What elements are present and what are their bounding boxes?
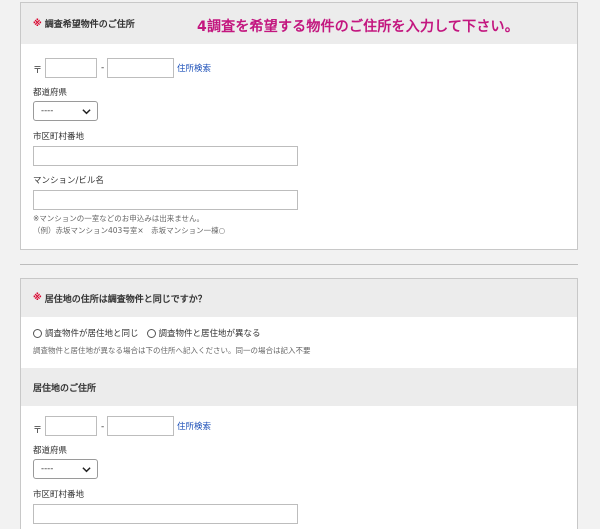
residence-address-title: 居住地のご住所 xyxy=(33,383,97,394)
chevron-down-icon xyxy=(82,109,91,115)
postal-mark: 〒 xyxy=(33,66,43,76)
residence-city-label: 市区町村番地 xyxy=(33,490,85,500)
radio-button[interactable] xyxy=(146,328,156,338)
postal-dash: - xyxy=(101,422,105,432)
residence-postal-search-link[interactable]: 住所検索 xyxy=(177,420,211,432)
postal-search-link[interactable]: 住所検索 xyxy=(177,62,211,74)
radio-diff-label: 調査物件と居住地が異なる xyxy=(158,329,261,339)
residence-question-title: 居住地の住所は調査物件と同じですか？ xyxy=(44,294,207,305)
radio-same-address[interactable]: 調査物件が居住地と同じ xyxy=(33,327,139,339)
city-input[interactable] xyxy=(33,146,298,166)
building-note-line2: （例）赤坂マンション403号室× 赤坂マンション一棟○ xyxy=(33,226,226,235)
building-label: マンション/ビル名 xyxy=(33,176,104,186)
required-mark: ※ xyxy=(33,293,42,303)
property-address-title: 調査希望物件のご住所 xyxy=(44,20,135,30)
residence-postal-second-input[interactable] xyxy=(107,416,174,436)
prefecture-select-value: ---- xyxy=(41,106,54,116)
annotation-text: 4調査を希望する物件のご住所を入力して下さい。 xyxy=(197,19,519,35)
residence-address-header: 居住地のご住所 xyxy=(21,368,577,406)
residence-prefecture-label: 都道府県 xyxy=(33,446,68,456)
residence-prefecture-select[interactable]: ---- xyxy=(33,459,98,479)
residence-address-panel: ※ 居住地の住所は調査物件と同じですか？ 調査物件が居住地と同じ 調査物件と居住… xyxy=(20,278,578,529)
radio-different-address[interactable]: 調査物件と居住地が異なる xyxy=(146,327,261,339)
building-note-line1: ※マンションの一室などのお申込みは出来ません。 xyxy=(33,214,205,223)
postal-mark: 〒 xyxy=(33,426,43,436)
prefecture-label: 都道府県 xyxy=(33,88,68,98)
postal-dash: - xyxy=(101,63,105,73)
residence-city-input[interactable] xyxy=(33,504,298,524)
required-mark: ※ xyxy=(33,18,42,29)
residence-prefecture-value: ---- xyxy=(41,464,54,474)
prefecture-select[interactable]: ---- xyxy=(33,101,98,121)
residence-question-header: ※ 居住地の住所は調査物件と同じですか？ xyxy=(21,279,577,317)
building-input[interactable] xyxy=(33,190,298,210)
section-divider xyxy=(20,264,578,265)
residence-instruction: 調査物件と居住地が異なる場合は下の住所へ記入ください。同一の場合は記入不要 xyxy=(33,346,311,355)
city-label: 市区町村番地 xyxy=(33,132,85,142)
radio-button[interactable] xyxy=(33,328,42,338)
postal-code-first-input[interactable] xyxy=(45,58,97,78)
chevron-down-icon xyxy=(82,467,91,473)
property-address-panel: ※ 調査希望物件のご住所 4調査を希望する物件のご住所を入力して下さい。 〒 -… xyxy=(20,2,578,250)
residence-postal-first-input[interactable] xyxy=(45,416,97,436)
postal-code-second-input[interactable] xyxy=(107,58,174,78)
radio-same-label: 調査物件が居住地と同じ xyxy=(45,329,139,339)
residence-radio-group: 調査物件が居住地と同じ 調査物件と居住地が異なる xyxy=(33,327,269,339)
